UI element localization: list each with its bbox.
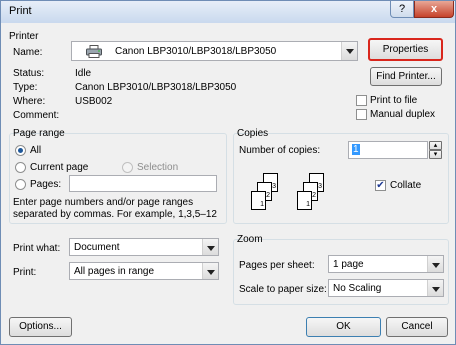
printer-name-value: Canon LBP3010/LBP3018/LBP3050 (115, 46, 277, 57)
print-label: Print: (13, 267, 37, 278)
manual-duplex-checkbox[interactable] (356, 109, 367, 120)
all-pages-label[interactable]: All (30, 145, 41, 156)
pages-label[interactable]: Pages: (30, 179, 61, 190)
print-value: All pages in range (74, 266, 155, 277)
where-value: USB002 (75, 96, 113, 107)
selection-radio (122, 162, 133, 173)
collate-page: 1 (297, 191, 312, 210)
page-range-hint: Enter page numbers and/or page ranges se… (13, 197, 217, 220)
ok-button[interactable]: OK (306, 317, 381, 337)
type-value: Canon LBP3010/LBP3018/LBP3050 (75, 82, 237, 93)
print-what-label: Print what: (13, 243, 61, 254)
copies-label: Copies (237, 128, 269, 139)
window-title: Print (9, 5, 32, 17)
status-label: Status: (13, 68, 45, 79)
printer-name-select[interactable]: Canon LBP3010/LBP3018/LBP3050 (71, 41, 358, 61)
scale-to-paper-size-label: Scale to paper size: (239, 284, 327, 295)
help-button[interactable]: ? (390, 1, 414, 18)
status-value: Idle (75, 68, 92, 79)
print-to-file-label[interactable]: Print to file (370, 95, 417, 106)
pages-input[interactable] (69, 175, 217, 192)
print-what-dropdown-arrow[interactable] (202, 239, 218, 255)
collate-label[interactable]: Collate (390, 180, 421, 191)
page-range-label: Page range (13, 128, 65, 139)
printer-icon (86, 45, 102, 61)
copies-spin-up[interactable]: ▴ (429, 141, 442, 150)
print-what-select[interactable]: Document (69, 238, 219, 256)
print-select[interactable]: All pages in range (69, 262, 219, 280)
printer-name-label: Name: (13, 47, 43, 58)
options-button[interactable]: Options... (9, 317, 72, 337)
type-label: Type: (13, 82, 38, 93)
selection-label: Selection (137, 162, 179, 173)
number-of-copies-value: 1 (352, 144, 360, 155)
properties-button[interactable]: Properties (368, 38, 443, 61)
pages-radio[interactable] (15, 179, 26, 190)
comment-label: Comment: (13, 110, 60, 121)
where-label: Where: (13, 96, 46, 107)
print-what-value: Document (74, 242, 120, 253)
scale-to-paper-size-value: No Scaling (333, 283, 382, 294)
scale-to-paper-size-select[interactable]: No Scaling (328, 279, 444, 297)
print-dropdown-arrow[interactable] (202, 263, 218, 279)
printer-section-label: Printer (9, 31, 39, 42)
number-of-copies-input[interactable]: 1 (348, 141, 428, 159)
zoom-label: Zoom (237, 234, 263, 245)
pages-per-sheet-value: 1 page (333, 259, 364, 270)
number-of-copies-label: Number of copies: (239, 145, 321, 156)
find-printer-button[interactable]: Find Printer... (370, 67, 442, 86)
collate-page: 1 (251, 191, 266, 210)
scale-to-paper-size-dropdown-arrow[interactable] (427, 280, 443, 296)
copies-spin-down[interactable]: ▾ (429, 150, 442, 159)
pages-per-sheet-select[interactable]: 1 page (328, 255, 444, 273)
pages-per-sheet-label: Pages per sheet: (239, 260, 315, 271)
print-to-file-checkbox[interactable] (356, 95, 367, 106)
print-dialog: Print ? x Printer Name: Canon LBP3010/LB… (0, 0, 456, 345)
cancel-button[interactable]: Cancel (386, 317, 448, 337)
title-bar[interactable]: Print ? x (1, 1, 455, 23)
collate-checkbox[interactable]: ✔ (375, 180, 386, 191)
current-page-label[interactable]: Current page (30, 162, 88, 173)
current-page-radio[interactable] (15, 162, 26, 173)
manual-duplex-label[interactable]: Manual duplex (370, 109, 435, 120)
close-button[interactable]: x (414, 1, 454, 18)
all-pages-radio[interactable] (15, 145, 26, 156)
pages-per-sheet-dropdown-arrow[interactable] (427, 256, 443, 272)
printer-name-dropdown-arrow[interactable] (341, 42, 357, 60)
